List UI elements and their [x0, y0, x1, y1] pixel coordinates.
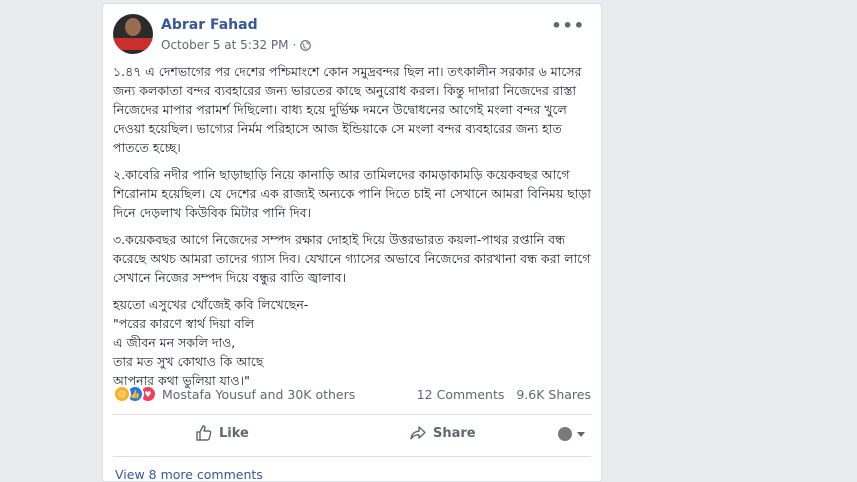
post-body: ১.৪৭ এ দেশভাগের পর দেশের পশ্চিমাংশে কোন …: [113, 62, 591, 390]
divider: [113, 456, 591, 457]
like-label: Like: [219, 425, 249, 441]
post-header: Abrar Fahad October 5 at 5:32 PM · •••: [113, 14, 591, 56]
more-options-icon[interactable]: •••: [551, 16, 585, 35]
sad-icon[interactable]: ☹: [113, 385, 131, 403]
post-paragraph-1: ১.৪৭ এ দেশভাগের পর দেশের পশ্চিমাংশে কোন …: [113, 64, 582, 155]
chevron-down-icon: [577, 431, 585, 437]
shares-count[interactable]: 9.6K Shares: [516, 387, 591, 402]
post-meta: October 5 at 5:32 PM ·: [161, 38, 312, 52]
like-button[interactable]: Like: [195, 424, 249, 442]
divider: [113, 414, 591, 415]
avatar-face: [125, 18, 141, 36]
post-stats: ☹ 👍 ♥ Mostafa Yousuf and 30K others 12 C…: [113, 384, 591, 406]
share-button[interactable]: Share: [409, 424, 476, 442]
poem-block: হয়তো এসুখের খোঁজেই কবি লিখেছেন- "পরের ক…: [113, 295, 591, 390]
audience-selector[interactable]: [558, 427, 585, 441]
meta-separator: ·: [292, 38, 297, 52]
globe-icon[interactable]: [300, 39, 312, 51]
author-name[interactable]: Abrar Fahad: [161, 17, 258, 33]
reactors-text[interactable]: Mostafa Yousuf and 30K others: [162, 387, 355, 402]
poem-line: "পরের কারণে স্বার্থ দিয়া বলি: [113, 316, 255, 331]
thumbs-up-icon: [196, 425, 212, 441]
poem-line: এ জীবন মন সকলি দাও,: [113, 335, 236, 350]
comments-count[interactable]: 12 Comments: [417, 387, 505, 402]
avatar-banner: [113, 38, 153, 50]
share-label: Share: [433, 425, 476, 441]
mini-avatar: [558, 427, 572, 441]
post-card: Abrar Fahad October 5 at 5:32 PM · ••• ১…: [102, 3, 602, 482]
post-timestamp[interactable]: October 5 at 5:32 PM: [161, 38, 289, 52]
engagement-counts: 12 Comments 9.6K Shares: [417, 387, 591, 402]
share-icon: [410, 426, 426, 440]
post-paragraph-3: ৩.কয়েকবছর আগে নিজেদের সম্পদ রক্ষার দোহা…: [113, 232, 591, 285]
post-paragraph-2: ২.কাবেরি নদীর পানি ছাড়াছাড়ি নিয়ে কানা…: [113, 167, 591, 220]
reactions-summary[interactable]: ☹ 👍 ♥ Mostafa Yousuf and 30K others: [113, 385, 355, 403]
poem-line: তার মত সুখ কোথাও কি আছে: [113, 354, 264, 369]
post-actions: Like Share: [113, 418, 591, 450]
poem-intro: হয়তো এসুখের খোঁজেই কবি লিখেছেন-: [113, 297, 309, 312]
author-avatar[interactable]: [113, 14, 153, 54]
view-more-comments-link[interactable]: View 8 more comments: [115, 467, 263, 481]
